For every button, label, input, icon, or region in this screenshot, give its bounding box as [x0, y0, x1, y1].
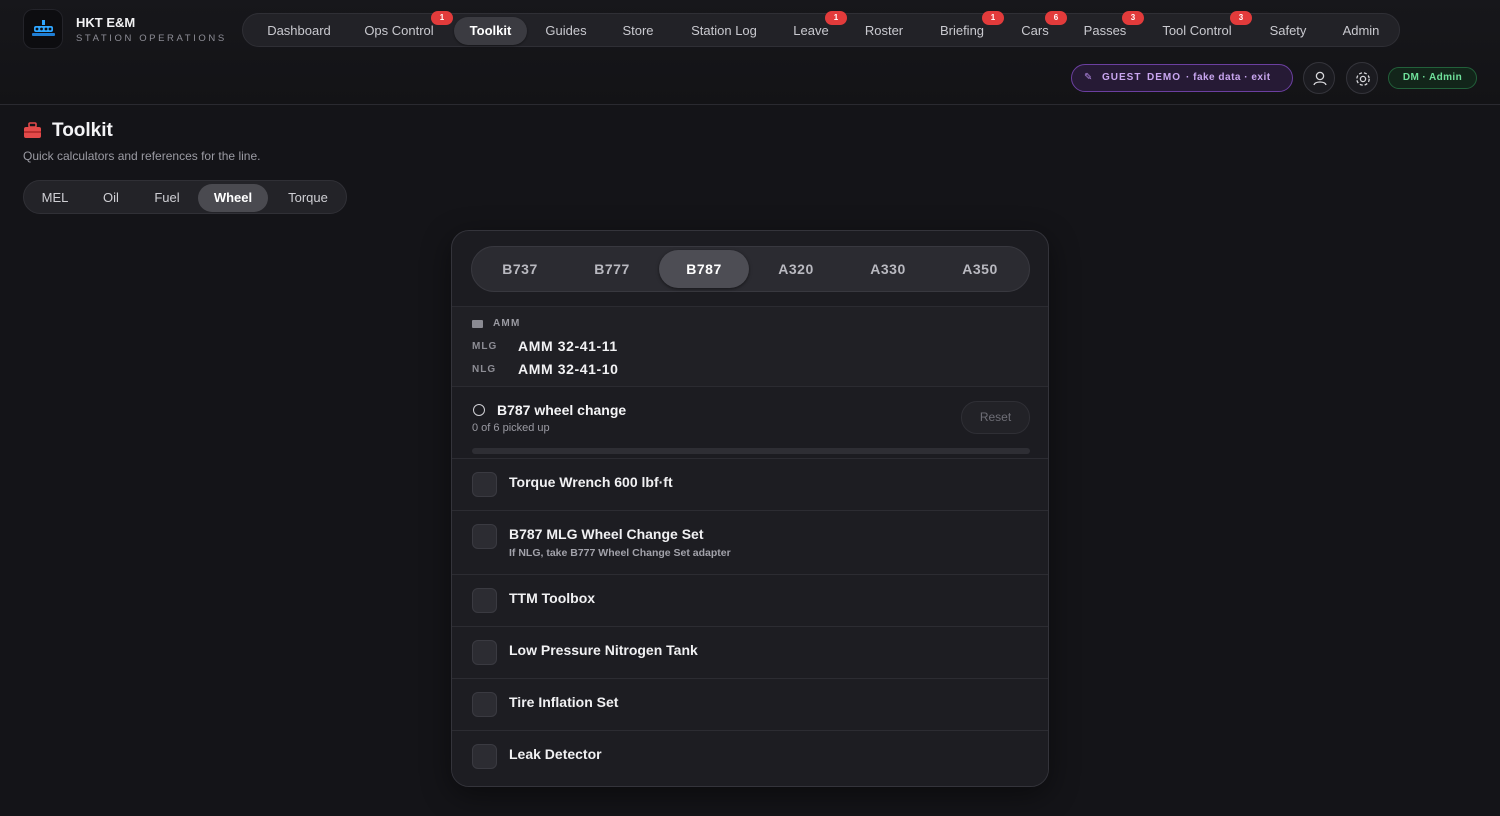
- aircraft-tabs: B737 B777 B787 A320 A330 A350: [471, 246, 1030, 292]
- guest-demo-pill[interactable]: ✎ GUEST DEMO · fake data · exit: [1071, 64, 1293, 92]
- nav-badge-tool-control: 3: [1230, 11, 1252, 25]
- wheel-change-job: B787 wheel change 0 of 6 picked up Reset: [452, 388, 1048, 458]
- book-icon: [472, 320, 483, 328]
- checklist-item[interactable]: Tire Inflation Set: [452, 678, 1048, 730]
- checklist-item[interactable]: Torque Wrench 600 lbf·ft: [452, 458, 1048, 510]
- amm-key-nlg: NLG: [472, 364, 497, 375]
- checklist-checkbox[interactable]: [472, 640, 497, 665]
- checklist-label: Torque Wrench 600 lbf·ft: [509, 474, 673, 490]
- tab-a330[interactable]: A330: [843, 250, 933, 288]
- tab-torque[interactable]: Torque: [274, 184, 342, 212]
- page-title: Toolkit: [52, 120, 113, 141]
- checklist-item[interactable]: B787 MLG Wheel Change Set If NLG, take B…: [452, 510, 1048, 574]
- tab-a320[interactable]: A320: [751, 250, 841, 288]
- pickup-progress: [472, 448, 1030, 454]
- demo-label: DEMO: [1147, 72, 1181, 83]
- checklist-label: Leak Detector: [509, 746, 602, 762]
- nav-item-admin[interactable]: Admin: [1329, 17, 1393, 45]
- nav-item-guides[interactable]: Guides: [533, 17, 599, 45]
- tab-fuel[interactable]: Fuel: [140, 184, 194, 212]
- ship-icon[interactable]: [23, 9, 63, 49]
- checklist-checkbox[interactable]: [472, 472, 497, 497]
- tab-b777[interactable]: B777: [567, 250, 657, 288]
- role-badge[interactable]: DM · Admin: [1388, 67, 1477, 89]
- amm-reference: AMM MLG AMM 32-41-11 NLG AMM 32-41-10: [452, 306, 1048, 387]
- nav-badge-ops-control: 1: [431, 11, 453, 25]
- pencil-icon: ✎: [1084, 72, 1094, 83]
- tab-a350[interactable]: A350: [935, 250, 1025, 288]
- checklist-checkbox[interactable]: [472, 524, 497, 549]
- checklist-label: B787 MLG Wheel Change Set: [509, 526, 704, 542]
- wheel-icon: [473, 404, 485, 416]
- brand-name: HKT E&M: [76, 15, 136, 30]
- checklist-checkbox[interactable]: [472, 588, 497, 613]
- user-icon: [1313, 71, 1327, 86]
- job-status: 0 of 6 picked up: [472, 422, 550, 434]
- nav-badge-passes: 3: [1122, 11, 1144, 25]
- settings-button[interactable]: [1346, 62, 1378, 94]
- checklist-item[interactable]: TTM Toolbox: [452, 574, 1048, 626]
- profile-button[interactable]: [1303, 62, 1335, 94]
- amm-key-mlg: MLG: [472, 341, 498, 352]
- page-subtitle: Quick calculators and references for the…: [23, 149, 261, 163]
- nav-item-store[interactable]: Store: [609, 17, 667, 45]
- amm-heading: AMM: [493, 318, 521, 329]
- nav-badge-briefing: 1: [982, 11, 1004, 25]
- toolkit-tabs: MEL Oil Fuel Wheel Torque: [23, 180, 347, 214]
- guest-label: GUEST: [1102, 72, 1142, 83]
- tab-oil[interactable]: Oil: [86, 184, 136, 212]
- tab-wheel[interactable]: Wheel: [198, 184, 268, 212]
- wheel-panel: B737 B777 B787 A320 A330 A350 AMM MLG AM…: [451, 230, 1049, 787]
- nav-item-toolkit[interactable]: Toolkit: [454, 17, 527, 45]
- tab-mel[interactable]: MEL: [28, 184, 82, 212]
- amm-value-nlg: AMM 32-41-10: [518, 361, 619, 377]
- checklist-label: Tire Inflation Set: [509, 694, 619, 710]
- checklist-checkbox[interactable]: [472, 692, 497, 717]
- gear-icon: [1356, 72, 1370, 86]
- nav-badge-leave: 1: [825, 11, 847, 25]
- main-nav: Dashboard Ops Control 1 Toolkit Guides S…: [242, 11, 1400, 47]
- top-bar: HKT E&M STATION OPERATIONS Dashboard Ops…: [0, 0, 1500, 105]
- nav-item-dashboard[interactable]: Dashboard: [249, 17, 349, 45]
- checklist-label: TTM Toolbox: [509, 590, 596, 606]
- checklist-item[interactable]: Leak Detector: [452, 730, 1048, 786]
- checklist-item[interactable]: Low Pressure Nitrogen Tank: [452, 626, 1048, 678]
- job-title: B787 wheel change: [497, 402, 627, 418]
- checklist-note: If NLG, take B777 Wheel Change Set adapt…: [509, 547, 731, 559]
- toolbox-icon: [24, 122, 41, 138]
- checklist-label: Low Pressure Nitrogen Tank: [509, 642, 698, 658]
- fake-data-exit-link[interactable]: · fake data · exit: [1186, 65, 1271, 91]
- nav-badge-cars: 6: [1045, 11, 1067, 25]
- nav-item-safety[interactable]: Safety: [1257, 17, 1319, 45]
- nav-item-roster[interactable]: Roster: [852, 17, 916, 45]
- tab-b737[interactable]: B737: [475, 250, 565, 288]
- amm-value-mlg: AMM 32-41-11: [518, 338, 618, 354]
- checklist-checkbox[interactable]: [472, 744, 497, 769]
- tab-b787[interactable]: B787: [659, 250, 749, 288]
- nav-item-station-log[interactable]: Station Log: [676, 17, 772, 45]
- brand-subtitle: STATION OPERATIONS: [76, 33, 227, 44]
- reset-button[interactable]: Reset: [961, 401, 1030, 434]
